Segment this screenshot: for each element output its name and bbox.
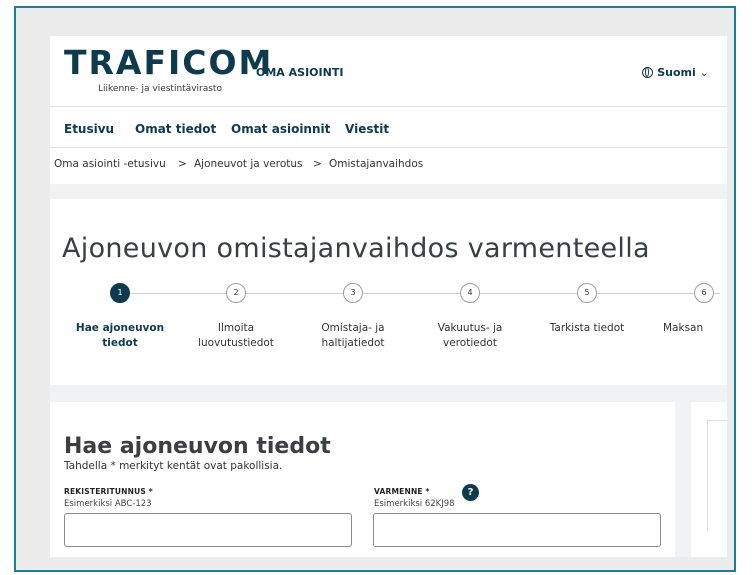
breadcrumb-item-current: Omistajanvaihdos xyxy=(329,158,424,170)
chevron-down-icon: ⌄ xyxy=(699,66,709,79)
main-nav: Etusivu Omat tiedot Omat asioinnit Viest… xyxy=(50,106,727,147)
side-panel xyxy=(691,402,727,557)
language-label: Suomi xyxy=(657,66,696,79)
nav-item-omat-asioinnit[interactable]: Omat asioinnit xyxy=(231,122,330,136)
step-2-indicator: 2 xyxy=(226,283,246,303)
vehicle-search-form: Hae ajoneuvon tiedot Tahdella * merkityt… xyxy=(50,402,675,557)
globe-icon xyxy=(642,67,654,78)
certificate-hint: Esimerkiksi 62KJ98 xyxy=(374,499,455,509)
title-panel: Ajoneuvon omistajanvaihdos varmenteella … xyxy=(50,199,727,385)
step-4-indicator: 4 xyxy=(460,283,480,303)
help-icon[interactable]: ? xyxy=(462,484,479,501)
nav-item-omat-tiedot[interactable]: Omat tiedot xyxy=(135,122,216,136)
step-2-label: Ilmoita luovutustiedot xyxy=(198,322,274,349)
breadcrumb: Oma asiointi -etusivu > Ajoneuvot ja ver… xyxy=(50,147,727,184)
step-5-label: Tarkista tiedot xyxy=(549,322,625,334)
breadcrumb-item-vehicles[interactable]: Ajoneuvot ja verotus xyxy=(194,158,303,170)
language-selector[interactable]: Suomi ⌄ xyxy=(642,66,709,79)
side-panel-content xyxy=(707,420,727,531)
registration-hint: Esimerkiksi ABC-123 xyxy=(64,499,152,509)
step-6-indicator: 6 xyxy=(694,283,714,303)
step-3-label: Omistaja- ja haltijatiedot xyxy=(321,322,385,349)
form-title: Hae ajoneuvon tiedot xyxy=(64,434,331,460)
nav-item-etusivu[interactable]: Etusivu xyxy=(64,122,114,136)
step-1-indicator: 1 xyxy=(110,283,130,303)
step-1-label: Hae ajoneuvon tiedot xyxy=(75,322,165,349)
page-title: Ajoneuvon omistajanvaihdos varmenteella xyxy=(62,233,650,265)
certificate-label: VARMENNE * xyxy=(374,487,430,496)
stepper-track xyxy=(120,293,720,294)
app-name: OMA ASIOINTI xyxy=(256,66,344,79)
certificate-input[interactable] xyxy=(373,513,661,547)
step-5-indicator: 5 xyxy=(577,283,597,303)
traficom-logo[interactable]: TRAFICOM xyxy=(64,45,273,81)
required-fields-note: Tahdella * merkityt kentät ovat pakollis… xyxy=(64,460,283,472)
browser-viewport: TRAFICOM Liikenne- ja viestintävirasto O… xyxy=(50,36,727,557)
step-6-label: Maksan xyxy=(663,322,704,334)
breadcrumb-item-home[interactable]: Oma asiointi -etusivu xyxy=(54,158,166,170)
screenshot-frame: TRAFICOM Liikenne- ja viestintävirasto O… xyxy=(14,6,736,572)
registration-input[interactable] xyxy=(64,513,352,547)
nav-item-viestit[interactable]: Viestit xyxy=(345,122,389,136)
site-header: TRAFICOM Liikenne- ja viestintävirasto O… xyxy=(50,36,727,106)
step-4-label: Vakuutus- ja verotiedot xyxy=(437,322,503,349)
step-3-indicator: 3 xyxy=(343,283,363,303)
breadcrumb-separator: > xyxy=(178,158,187,170)
logo-subtitle: Liikenne- ja viestintävirasto xyxy=(98,84,222,94)
breadcrumb-separator: > xyxy=(313,158,322,170)
registration-label: REKISTERITUNNUS * xyxy=(64,487,153,496)
